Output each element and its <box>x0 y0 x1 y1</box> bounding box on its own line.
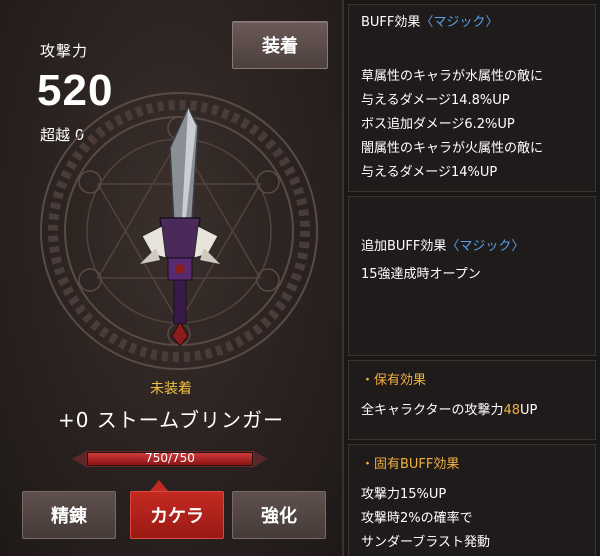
owned-effect-title: ・保有効果 <box>361 373 427 388</box>
buff-effect-title: BUFF効果 <box>361 15 421 30</box>
buff-effect-title-row: BUFF効果〈マジック〉 <box>361 11 498 30</box>
extra-buff-title: 追加BUFF効果 <box>361 239 447 254</box>
kakera-button[interactable]: カケラ <box>130 491 224 539</box>
buff-line: 与えるダメージ14%UP <box>361 165 498 180</box>
durability-bar: 750/750 <box>72 448 268 470</box>
unique-buff-section: ・固有BUFF効果 攻撃力15%UP 攻撃時2%の確率で サンダーブラスト発動 <box>348 444 596 556</box>
extra-buff-subtitle: 〈マジック〉 <box>446 239 525 254</box>
extra-buff-line: 15強達成時オープン <box>361 267 481 282</box>
owned-effect-value: 48 <box>503 403 521 418</box>
unique-buff-title: ・固有BUFF効果 <box>361 457 460 472</box>
weapon-sword-image <box>140 108 220 347</box>
extra-buff-section: 追加BUFF効果〈マジック〉 15強達成時オープン <box>348 196 596 356</box>
unique-buff-line: 攻撃時2%の確率で <box>361 511 473 526</box>
selected-tab-indicator <box>150 480 168 491</box>
weapon-detail-screen: 攻撃力 520 超越 0 装着 未装着 +0 ストームブリンガー 750/750… <box>0 0 600 556</box>
equip-button[interactable]: 装着 <box>232 21 328 69</box>
buff-line: 与えるダメージ14.8%UP <box>361 93 510 108</box>
refine-button[interactable]: 精錬 <box>22 491 116 539</box>
buff-effect-lines: 草属性のキャラが水属性の敵に 与えるダメージ14.8%UP ボス追加ダメージ6.… <box>361 65 543 185</box>
effects-panel: BUFF効果〈マジック〉 草属性のキャラが水属性の敵に 与えるダメージ14.8%… <box>342 0 600 556</box>
unique-buff-line: サンダーブラスト発動 <box>361 535 490 550</box>
buff-line: 闇属性のキャラが火属性の敵に <box>361 141 544 156</box>
durability-text: 750/750 <box>145 451 195 465</box>
unique-buff-line: 攻撃力15%UP <box>361 487 447 502</box>
buff-line: ボス追加ダメージ6.2%UP <box>361 117 515 132</box>
attack-label: 攻撃力 <box>40 42 89 60</box>
buff-effect-section: BUFF効果〈マジック〉 草属性のキャラが水属性の敵に 与えるダメージ14.8%… <box>348 4 596 192</box>
owned-effect-line: 全キャラクターの攻撃力48UP <box>361 399 537 423</box>
equip-status: 未装着 <box>150 381 192 397</box>
enhance-button[interactable]: 強化 <box>232 491 326 539</box>
extra-buff-title-row: 追加BUFF効果〈マジック〉 <box>361 235 524 254</box>
owned-effect-section: ・保有効果 全キャラクターの攻撃力48UP <box>348 360 596 440</box>
owned-effect-prefix: 全キャラクターの攻撃力 <box>361 403 504 418</box>
weapon-name: +0 ストームブリンガー <box>57 408 285 432</box>
weapon-panel: 攻撃力 520 超越 0 装着 未装着 +0 ストームブリンガー 750/750… <box>0 0 342 556</box>
buff-line: 草属性のキャラが水属性の敵に <box>361 69 544 84</box>
owned-effect-suffix: UP <box>520 403 538 418</box>
unique-buff-lines: 攻撃力15%UP 攻撃時2%の確率で サンダーブラスト発動 <box>361 483 490 555</box>
buff-effect-subtitle: 〈マジック〉 <box>420 15 499 30</box>
